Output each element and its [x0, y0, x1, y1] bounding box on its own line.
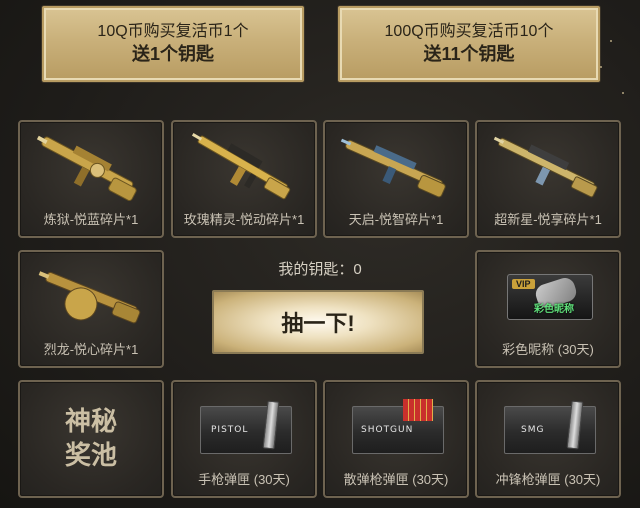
rifle-icon	[340, 138, 446, 198]
sparkle	[610, 40, 612, 42]
prize-slot-lianyu[interactable]: 炼狱-悦蓝碎片*1	[18, 120, 164, 238]
prize-slot-rose-spirit[interactable]: 玫瑰精灵-悦动碎片*1	[171, 120, 317, 238]
vip-badge: VIP	[512, 279, 535, 289]
prize-name: 炼狱-悦蓝碎片*1	[43, 212, 139, 227]
prize-name: 散弹枪弹匣 (30天)	[343, 472, 449, 487]
smg-tag: SMG	[521, 425, 545, 435]
buy-offer-bonus: 送1个钥匙	[131, 44, 214, 64]
buy-offer-line1: 100Q币购买复活币10个	[384, 23, 554, 40]
prize-name: 手枪弹匣 (30天)	[198, 472, 290, 487]
prize-name: 冲锋枪弹匣 (30天)	[495, 472, 601, 487]
prize-slot-pistol-magazine[interactable]: PISTOL 手枪弹匣 (30天)	[171, 380, 317, 498]
mystery-pool-line2: 奖池	[64, 441, 117, 471]
prize-name: 天启-悦智碎片*1	[348, 212, 444, 227]
shotgun-shells-icon: SHOTGUN	[352, 399, 444, 454]
shotgun-tag: SHOTGUN	[361, 425, 414, 435]
rifle-icon	[36, 135, 137, 202]
prize-name: 超新星-悦享碎片*1	[494, 212, 602, 227]
buy-offer-line1: 10Q币购买复活币1个	[97, 23, 249, 40]
prize-name: 玫瑰精灵-悦动碎片*1	[183, 212, 305, 227]
prize-slot-colored-nickname[interactable]: VIP 彩色昵称 彩色昵称 (30天)	[475, 250, 621, 368]
prize-slot-shotgun-magazine[interactable]: SHOTGUN 散弹枪弹匣 (30天)	[323, 380, 469, 498]
mystery-prize-pool[interactable]: 神秘 奖池	[18, 380, 164, 498]
colored-nickname-label: 彩色昵称	[534, 304, 574, 315]
my-keys-count: 我的钥匙：0	[278, 261, 362, 278]
buy-1-revive-coin-button[interactable]: 10Q币购买复活币1个 送1个钥匙	[42, 6, 304, 82]
buy-offer-bonus: 送11个钥匙	[423, 44, 515, 64]
pistol-magazine-icon: PISTOL	[200, 400, 292, 454]
smg-magazine-icon: SMG	[504, 400, 596, 454]
draw-button[interactable]: 抽一下!	[212, 290, 424, 354]
prize-slot-supernova[interactable]: 超新星-悦享碎片*1	[475, 120, 621, 238]
buy-10-revive-coins-button[interactable]: 100Q币购买复活币10个 送11个钥匙	[338, 6, 600, 82]
pistol-tag: PISTOL	[211, 425, 249, 435]
submachine-gun-icon	[38, 271, 141, 324]
rifle-icon	[493, 136, 598, 198]
prize-slot-smg-magazine[interactable]: SMG 冲锋枪弹匣 (30天)	[475, 380, 621, 498]
prize-name: 烈龙-悦心碎片*1	[43, 342, 139, 357]
mystery-pool-line1: 神秘	[64, 407, 117, 437]
prize-name: 彩色昵称 (30天)	[502, 342, 594, 357]
sparkle	[622, 92, 624, 94]
sparkle	[600, 66, 602, 68]
prize-slot-lielong[interactable]: 烈龙-悦心碎片*1	[18, 250, 164, 368]
prize-slot-tianqi[interactable]: 天启-悦智碎片*1	[323, 120, 469, 238]
dog-tag-icon: VIP 彩色昵称	[507, 274, 593, 320]
rifle-icon	[191, 133, 291, 200]
